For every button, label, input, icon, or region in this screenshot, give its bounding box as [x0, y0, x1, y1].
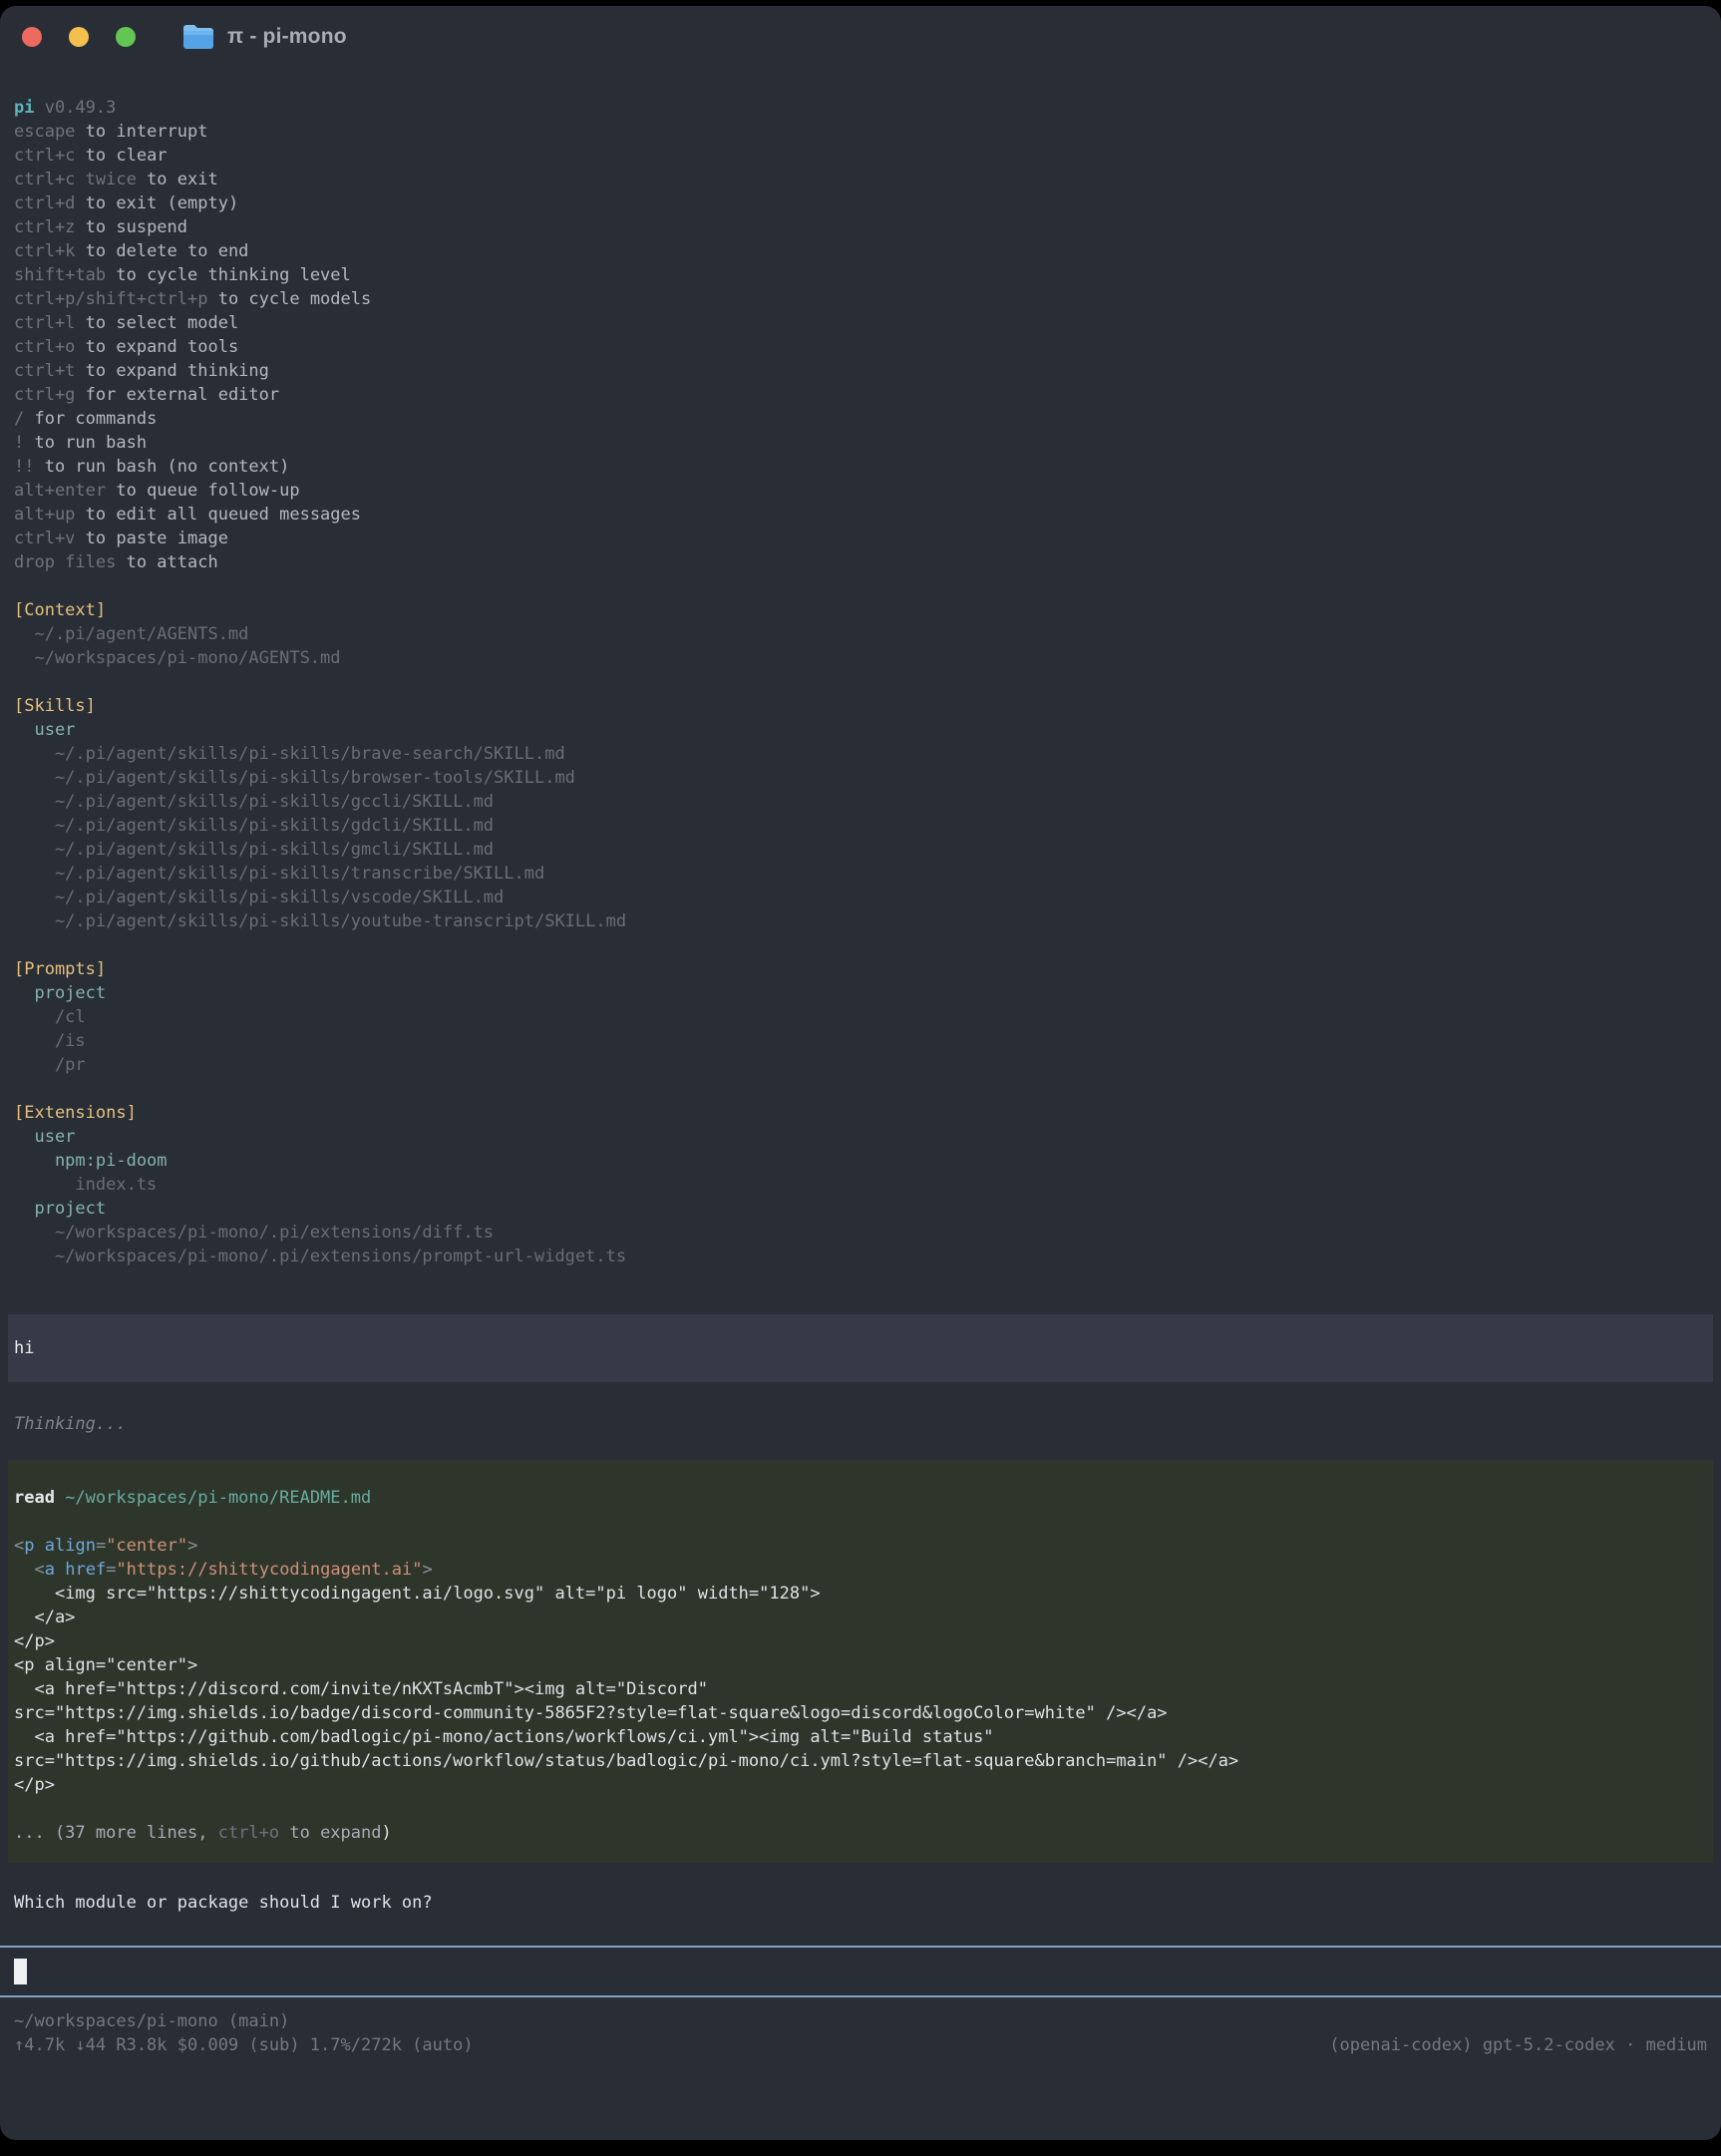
terminal-line: /pr: [0, 1053, 1721, 1077]
terminal-window: π - pi-mono pi v0.49.3escape to interrup…: [0, 6, 1721, 2140]
terminal-line: ~/.pi/agent/skills/pi-skills/transcribe/…: [0, 862, 1721, 886]
startup-help: pi v0.49.3escape to interruptctrl+c to c…: [0, 96, 1721, 574]
terminal-line: [8, 1797, 1713, 1821]
terminal-line: ~/workspaces/pi-mono/.pi/extensions/prom…: [0, 1245, 1721, 1268]
text-cursor: [14, 1959, 27, 1984]
terminal-line: /is: [0, 1029, 1721, 1053]
terminal-line: <a href="https://github.com/badlogic/pi-…: [8, 1725, 1713, 1749]
folder-icon: [182, 24, 214, 50]
assistant-message: Which module or package should I work on…: [0, 1891, 1721, 1915]
terminal-line: ! to run bash: [0, 431, 1721, 455]
minimize-button[interactable]: [69, 27, 89, 47]
terminal-line: <p align="center">: [8, 1534, 1713, 1558]
terminal-line: ~/.pi/agent/AGENTS.md: [0, 622, 1721, 646]
window-title: π - pi-mono: [227, 25, 347, 49]
prompt-input[interactable]: [0, 1948, 1721, 1995]
terminal-line: user: [0, 718, 1721, 742]
terminal-line: project: [0, 1197, 1721, 1221]
terminal-line: npm:pi-doom: [0, 1149, 1721, 1173]
terminal-line: /cl: [0, 1005, 1721, 1029]
terminal-line: !! to run bash (no context): [0, 455, 1721, 479]
terminal-line: escape to interrupt: [0, 120, 1721, 144]
terminal-line: pi v0.49.3: [0, 96, 1721, 120]
input-divider-bottom: [0, 1995, 1721, 1997]
terminal-line: ~/.pi/agent/skills/pi-skills/brave-searc…: [0, 742, 1721, 766]
terminal-content: pi v0.49.3escape to interruptctrl+c to c…: [0, 68, 1721, 2057]
terminal-line: / for commands: [0, 407, 1721, 431]
terminal-line: [Skills]: [0, 694, 1721, 718]
prompts-section: [Prompts] project /cl /is /pr: [0, 957, 1721, 1077]
terminal-line: ~/workspaces/pi-mono/.pi/extensions/diff…: [0, 1221, 1721, 1245]
terminal-line: ctrl+c to clear: [0, 144, 1721, 168]
terminal-line: drop files to attach: [0, 550, 1721, 574]
terminal-line: <p align="center">: [8, 1653, 1713, 1677]
user-message: hi: [8, 1314, 1713, 1382]
extensions-section: [Extensions] user npm:pi-doom index.ts p…: [0, 1101, 1721, 1268]
terminal-line: ~/.pi/agent/skills/pi-skills/browser-too…: [0, 766, 1721, 790]
context-section: [Context] ~/.pi/agent/AGENTS.md ~/worksp…: [0, 598, 1721, 670]
terminal-line: user: [0, 1125, 1721, 1149]
terminal-line: ~/.pi/agent/skills/pi-skills/gdcli/SKILL…: [0, 814, 1721, 838]
status-bar: ~/workspaces/pi-mono (main) ↑4.7k ↓44 R3…: [0, 2009, 1721, 2057]
terminal-line: alt+up to edit all queued messages: [0, 503, 1721, 527]
terminal-line: ctrl+l to select model: [0, 311, 1721, 335]
terminal-line: </a>: [8, 1606, 1713, 1629]
read-tool-call: read ~/workspaces/pi-mono/README.md <p al…: [8, 1460, 1713, 1863]
terminal-line: ~/.pi/agent/skills/pi-skills/youtube-tra…: [0, 909, 1721, 933]
terminal-line: <a href="https://shittycodingagent.ai">: [8, 1558, 1713, 1582]
zoom-button[interactable]: [116, 27, 136, 47]
terminal-line: project: [0, 981, 1721, 1005]
terminal-line: ~/.pi/agent/skills/pi-skills/vscode/SKIL…: [0, 886, 1721, 909]
terminal-line: ctrl+v to paste image: [0, 527, 1721, 550]
terminal-line: </p>: [8, 1773, 1713, 1797]
terminal-line: <a href="https://discord.com/invite/nKXT…: [8, 1677, 1713, 1701]
terminal-line: ctrl+t to expand thinking: [0, 359, 1721, 383]
terminal-line: ctrl+d to exit (empty): [0, 191, 1721, 215]
terminal-line: ctrl+g for external editor: [0, 383, 1721, 407]
cwd-branch: ~/workspaces/pi-mono (main): [14, 2009, 289, 2033]
title-bar: π - pi-mono: [0, 6, 1721, 68]
terminal-line: src="https://img.shields.io/github/actio…: [8, 1749, 1713, 1773]
terminal-line: ctrl+c twice to exit: [0, 168, 1721, 191]
thinking-indicator: Thinking...: [0, 1412, 1721, 1436]
terminal-line: ctrl+z to suspend: [0, 215, 1721, 239]
terminal-line: ctrl+p/shift+ctrl+p to cycle models: [0, 287, 1721, 311]
terminal-line: [Prompts]: [0, 957, 1721, 981]
model-info: (openai-codex) gpt-5.2-codex · medium: [1329, 2033, 1707, 2057]
terminal-line: ctrl+k to delete to end: [0, 239, 1721, 263]
terminal-line: [8, 1510, 1713, 1534]
terminal-line: index.ts: [0, 1173, 1721, 1197]
terminal-line: shift+tab to cycle thinking level: [0, 263, 1721, 287]
terminal-line: [Extensions]: [0, 1101, 1721, 1125]
terminal-line: ~/.pi/agent/skills/pi-skills/gccli/SKILL…: [0, 790, 1721, 814]
terminal-line: src="https://img.shields.io/badge/discor…: [8, 1701, 1713, 1725]
terminal-line: alt+enter to queue follow-up: [0, 479, 1721, 503]
token-usage-stats: ↑4.7k ↓44 R3.8k $0.009 (sub) 1.7%/272k (…: [14, 2033, 474, 2057]
user-message-text: hi: [8, 1336, 1713, 1360]
terminal-line: [Context]: [0, 598, 1721, 622]
terminal-line: ~/workspaces/pi-mono/AGENTS.md: [0, 646, 1721, 670]
terminal-line: <img src="https://shittycodingagent.ai/l…: [8, 1582, 1713, 1606]
skills-section: [Skills] user ~/.pi/agent/skills/pi-skil…: [0, 694, 1721, 933]
terminal-line: ctrl+o to expand tools: [0, 335, 1721, 359]
terminal-line: </p>: [8, 1629, 1713, 1653]
close-button[interactable]: [22, 27, 42, 47]
terminal-line: read ~/workspaces/pi-mono/README.md: [8, 1486, 1713, 1510]
terminal-line: ~/.pi/agent/skills/pi-skills/gmcli/SKILL…: [0, 838, 1721, 862]
terminal-line: ... (37 more lines, ctrl+o to expand): [8, 1821, 1713, 1845]
